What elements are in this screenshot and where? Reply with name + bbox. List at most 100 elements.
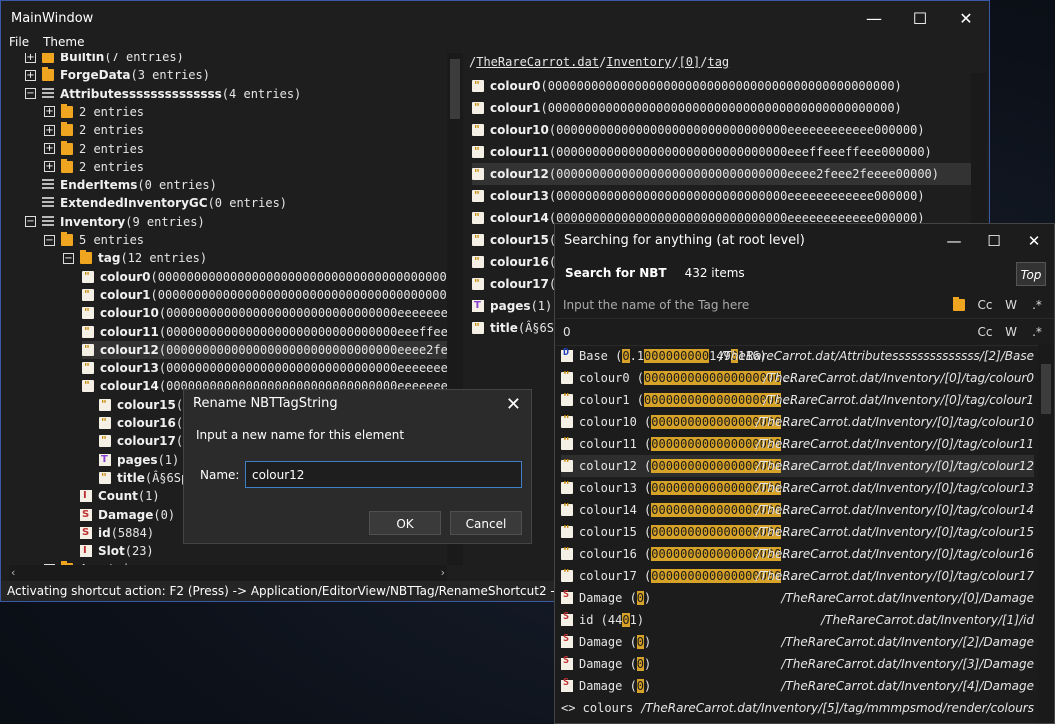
ok-button[interactable]: OK [369,511,441,535]
search-result-row[interactable]: Base (0.10000000001490116)/TheRareCarrot… [561,345,1034,367]
tree-node-value: 2 entries [79,123,145,138]
tag-list-item[interactable]: colour10 (000000000000000000000000000000… [472,119,987,141]
regex-toggle[interactable]: .* [1024,319,1050,345]
scroll-left-icon[interactable]: ‹ [11,566,15,579]
name-search-field[interactable]: Input the name of the Tag here Cc W .* [555,292,1054,319]
expand-icon[interactable]: + [25,69,36,81]
tree-node[interactable]: + Builtin (7 entries) [25,53,447,66]
result-path: /TheRareCarrot.dat/Inventory/[0]/Damage [781,591,1034,605]
tag-list-item[interactable]: colour11 (000000000000000000000000000000… [472,141,987,163]
regex-toggle[interactable]: .* [1024,292,1050,318]
value-search-field[interactable]: 0 Cc W .* [555,319,1054,346]
expand-icon[interactable]: + [44,106,55,118]
tag-list-item[interactable]: colour0 (0000000000000000000000000000000… [472,75,987,97]
search-result-row[interactable]: colour15 (000000000000000000.../TheRareC… [561,521,1034,543]
result-path: /TheRareCarrot.dat/Inventory/[0]/tag/col… [763,371,1034,385]
match-highlight: 0000000000000000000 [644,393,782,407]
collapse-icon[interactable]: − [44,234,55,246]
results-vertical-scrollbar[interactable] [1038,344,1054,723]
collapse-icon[interactable]: − [25,88,36,100]
collapse-icon[interactable]: − [25,216,36,228]
result-path: /TheRareCarrot.dat/Inventory/[0]/tag/col… [755,459,1034,473]
tree-node[interactable]: +2 entries [44,121,447,139]
case-toggle[interactable]: Cc [972,292,998,318]
tree-node[interactable]: − tag (12 entries) [63,249,447,267]
search-result-row[interactable]: colour12 (000000000000000000.../TheRareC… [561,455,1034,477]
scroll-right-icon[interactable]: › [441,566,445,579]
tree-node[interactable]: − 5 entries [44,231,447,249]
search-result-row[interactable]: colour13 (000000000000000000.../TheRareC… [561,477,1034,499]
tree-node[interactable]: ExtendedInventoryGC (0 entries) [25,194,447,212]
expand-icon[interactable]: + [44,161,55,173]
expand-icon[interactable]: + [44,124,55,136]
tree-node-name: Damage [98,507,154,522]
search-result-row[interactable]: colour17 (000000000000000000.../TheRareC… [561,565,1034,587]
close-icon[interactable]: ✕ [1014,224,1054,258]
tag-list-item[interactable]: colour1 (0000000000000000000000000000000… [472,97,987,119]
search-result-row[interactable]: colour16 (000000000000000000.../TheRareC… [561,543,1034,565]
tree-node[interactable]: colour11 (000000000000000000000000000000… [82,323,463,341]
tree-node[interactable]: − Attributessssssssssssss (4 entries) [25,85,447,103]
dialog-close-icon[interactable]: ✕ [506,394,521,415]
expand-icon[interactable]: + [25,53,36,63]
compound-icon [42,67,54,82]
word-toggle[interactable]: W [998,319,1024,345]
maximize-icon[interactable]: ☐ [974,224,1014,258]
tree-node[interactable]: EnderItems (0 entries) [25,176,447,194]
tree-node[interactable]: colour1 (0000000000000000000000000000000… [82,286,463,304]
result-text: 1) [629,613,645,627]
tree-node[interactable]: Slot (23) [63,542,447,560]
tree-node[interactable]: +2 entries [44,158,447,176]
search-result-row[interactable]: colour0 (0000000000000000000.../TheRareC… [561,367,1034,389]
breadcrumb-file[interactable]: TheRareCarrot.dat [476,55,599,69]
results-scroll-thumb[interactable] [1041,364,1051,414]
minimize-icon[interactable]: — [851,1,897,35]
search-result-row[interactable]: Damage (0) /TheRareCarrot.dat/Inventory/[… [561,587,1034,609]
tree-node[interactable]: colour12 (000000000000000000000000000000… [82,340,463,359]
minimize-icon[interactable]: — [934,224,974,258]
search-result-row[interactable]: Damage (0) /TheRareCarrot.dat/Inventory/[… [561,675,1034,697]
search-result-row[interactable]: Damage (0) /TheRareCarrot.dat/Inventory/[… [561,631,1034,653]
tree-node-name: pages [117,452,158,467]
cancel-button[interactable]: Cancel [450,511,522,535]
case-toggle[interactable]: Cc [972,319,998,345]
tree-node[interactable]: − Inventory (9 entries) [25,213,447,231]
tree-node-value: (Â§6Sp [144,470,189,485]
tree-horizontal-scrollbar[interactable]: ‹ › [9,565,447,581]
search-result-row[interactable]: colour14 (000000000000000000.../TheRareC… [561,499,1034,521]
breadcrumb-index[interactable]: [0] [679,55,701,69]
result-path: /TheRareCarrot.dat/Attributessssssssssss… [719,349,1034,363]
folder-type-icon[interactable] [946,292,972,318]
breadcrumb-tag[interactable]: tag [707,55,729,69]
search-result-row[interactable]: <> colours/TheRareCarrot.dat/Inventory/[… [561,697,1034,719]
tree-scroll-thumb[interactable] [450,59,460,119]
close-icon[interactable]: ✕ [943,1,989,35]
string-icon [82,359,94,377]
expand-icon[interactable]: + [44,143,55,154]
tree-node-name: Attributessssssssssssss [60,86,222,101]
search-result-row[interactable]: id (4401) /TheRareCarrot.dat/Inventory/[1… [561,609,1034,631]
tree-node[interactable]: +2 entries [44,140,447,158]
collapse-icon[interactable]: − [63,252,74,264]
tree-node[interactable]: colour10 (000000000000000000000000000000… [82,304,463,322]
search-result-row[interactable]: Damage (0) /TheRareCarrot.dat/Inventory/[… [561,653,1034,675]
tree-node[interactable]: +2 entries [44,103,447,121]
menu-theme[interactable]: Theme [43,35,84,51]
tree-node[interactable]: colour13 (000000000000000000000000000000… [82,359,463,377]
search-result-row[interactable]: colour1 (0000000000000000000.../TheRareC… [561,389,1034,411]
byte-icon [80,487,92,505]
breadcrumb-sep: / [671,55,679,69]
tree-node[interactable]: colour0 (0000000000000000000000000000000… [82,268,463,286]
breadcrumb-inventory[interactable]: Inventory [606,55,671,69]
tree-node[interactable]: + ForgeData (3 entries) [25,66,447,84]
tag-list-item[interactable]: colour13 (000000000000000000000000000000… [472,185,987,207]
name-input[interactable] [245,461,522,488]
maximize-icon[interactable]: ☐ [897,1,943,35]
menu-file[interactable]: File [9,35,29,51]
top-button[interactable]: Top [1016,262,1046,286]
search-result-row[interactable]: colour10 (000000000000000000.../TheRareC… [561,411,1034,433]
string-icon [561,457,573,472]
tag-list-item[interactable]: colour12 (000000000000000000000000000000… [472,163,987,185]
search-result-row[interactable]: colour11 (000000000000000000.../TheRareC… [561,433,1034,455]
word-toggle[interactable]: W [998,292,1024,318]
